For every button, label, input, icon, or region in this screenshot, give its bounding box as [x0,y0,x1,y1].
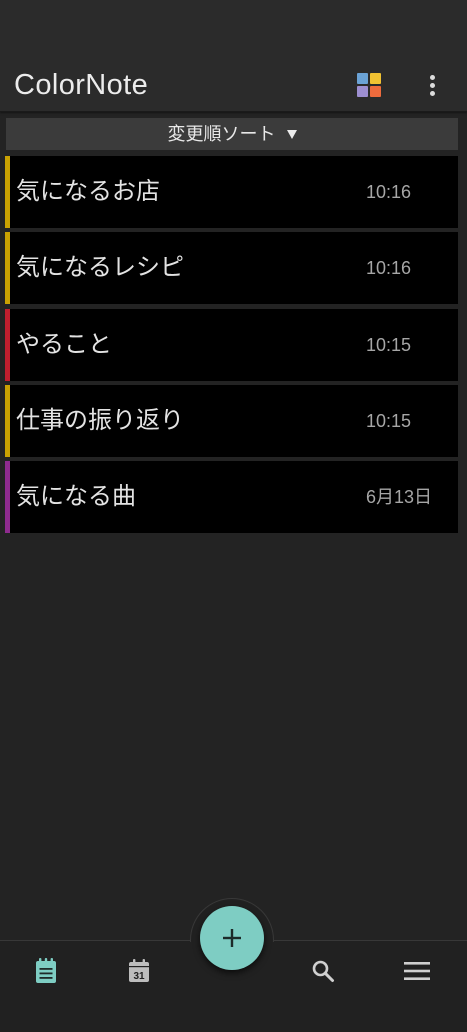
add-note-button[interactable] [200,906,264,970]
note-title: 気になる曲 [16,483,136,510]
more-dot [429,74,435,80]
nav-menu-button[interactable] [393,947,441,995]
note-item[interactable]: 気になるレシピ 10:16 [5,232,458,305]
note-list: 気になるお店 10:16 気になるレシピ 10:16 やること 10:15 仕事… [5,156,458,533]
note-title: 気になるレシピ [16,254,184,282]
note-title: やること [16,330,112,358]
menu-icon [404,962,430,980]
note-time: 10:15 [366,334,412,355]
app-logo: ColorNote [14,69,149,101]
note-time: 10:16 [366,182,412,202]
note-time: 10:16 [366,258,412,279]
nav-calendar-button[interactable]: 31 [115,947,163,995]
note-title: 仕事の振り返り [16,406,184,434]
note-title: 気になるお店 [16,178,160,205]
add-icon [223,929,241,947]
app-bar: ColorNote [0,0,467,112]
note-item[interactable]: やること 10:15 [5,308,458,381]
sort-dropdown[interactable]: 変更順ソート [6,118,458,150]
nav-search-button[interactable] [299,947,347,995]
calendar-day: 31 [133,971,145,982]
palette-swatch [357,73,368,84]
note-item[interactable]: 気になるお店 10:16 [5,156,458,228]
note-item[interactable]: 気になる曲 6月13日 [5,461,458,533]
note-time: 6月13日 [366,487,433,507]
caret-down-icon [286,129,297,139]
sort-label: 変更順ソート [167,124,276,144]
note-time: 10:15 [366,410,412,431]
palette-swatch [370,86,381,97]
more-dot [429,82,435,88]
note-item[interactable]: 仕事の振り返り 10:15 [5,384,458,457]
more-dot [429,90,435,96]
search-icon [312,960,334,982]
color-palette-icon[interactable] [357,73,381,97]
more-vert-icon[interactable] [420,70,444,100]
palette-swatch [357,86,368,97]
palette-swatch [370,73,381,84]
nav-notes-button[interactable] [22,947,70,995]
notes-icon [36,958,56,983]
calendar-icon: 31 [129,959,149,982]
